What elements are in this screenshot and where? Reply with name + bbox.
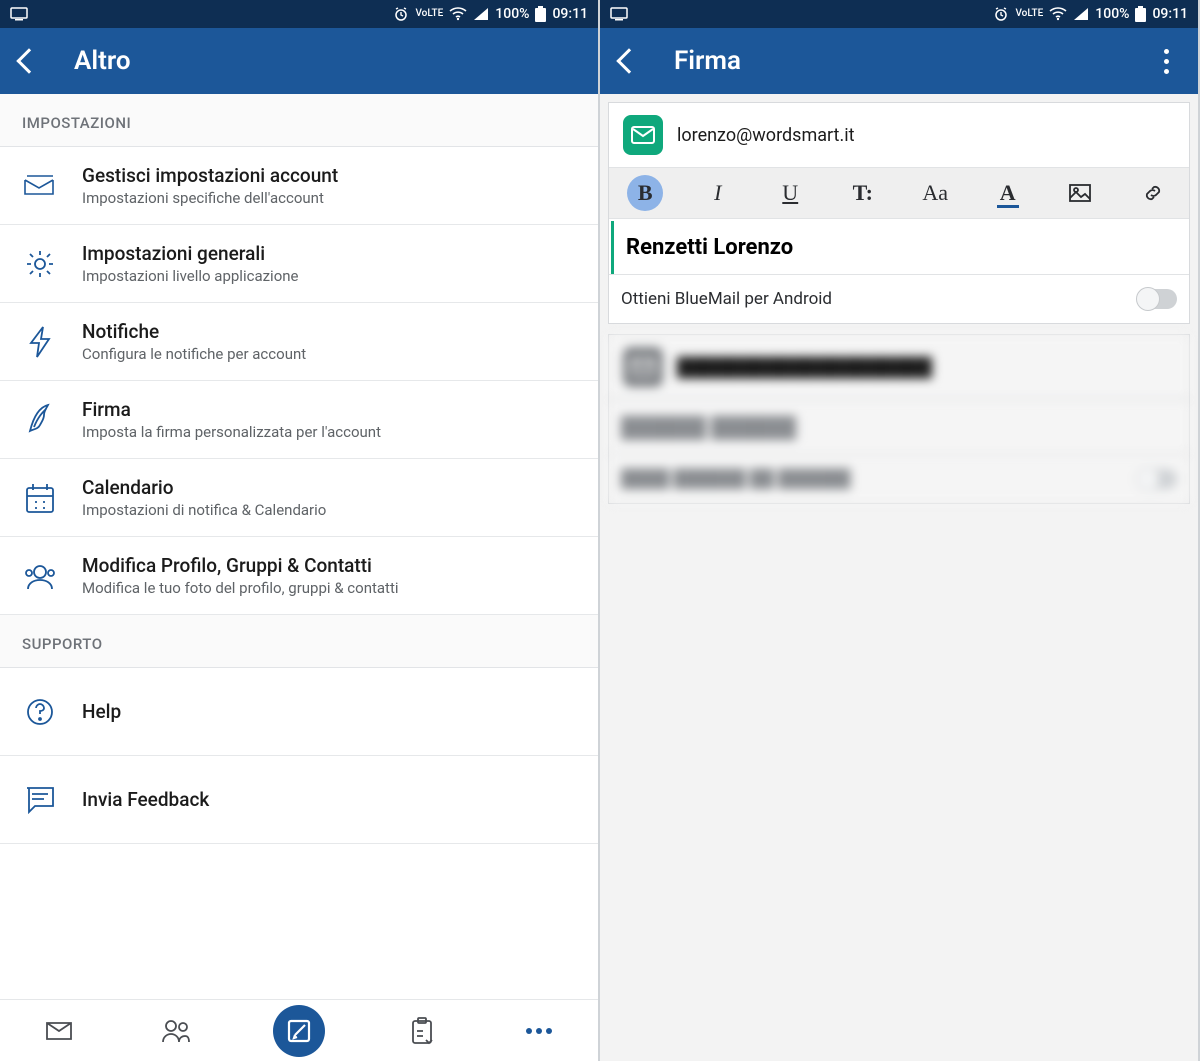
row-general-settings[interactable]: Impostazioni generali Impostazioni livel… (0, 225, 598, 303)
nav-people[interactable] (155, 1010, 197, 1052)
wifi-icon (1049, 7, 1067, 21)
signature-card-primary: lorenzo@wordsmart.it B I U T: Aa A Renze… (608, 102, 1190, 324)
row-account-settings[interactable]: Gestisci impostazioni account Impostazio… (0, 147, 598, 225)
row-subtitle: Impostazioni livello applicazione (82, 267, 576, 285)
signature-card-secondary: ████████████████████ ██████ ██████ ████ … (608, 334, 1190, 504)
lightning-icon (22, 324, 58, 360)
status-bar: VoLTE 100% 09:11 (0, 0, 598, 28)
format-bold-button[interactable]: B (609, 168, 682, 218)
format-toolbar: B I U T: Aa A (609, 168, 1189, 219)
row-subtitle: Configura le notifiche per account (82, 345, 576, 363)
promo-label: Ottieni BlueMail per Android (621, 289, 832, 309)
promo-toggle-row: Ottieni BlueMail per Android (609, 274, 1189, 323)
battery-text: 100% (495, 6, 529, 22)
promo-label-blurred: ████ ██████ ██ ██████ (621, 469, 850, 489)
nav-compose-button[interactable] (273, 1005, 325, 1057)
signal-icon (473, 7, 489, 21)
row-subtitle: Imposta la firma personalizzata per l'ac… (82, 423, 576, 441)
row-subtitle: Impostazioni di notifica & Calendario (82, 501, 576, 519)
row-title: Firma (82, 398, 576, 422)
account-email: lorenzo@wordsmart.it (677, 125, 854, 146)
feedback-icon (22, 782, 58, 818)
signature-content: lorenzo@wordsmart.it B I U T: Aa A Renze… (600, 94, 1198, 1061)
page-title: Altro (74, 46, 131, 76)
row-subtitle: Modifica le tuo foto del profilo, gruppi… (82, 579, 576, 597)
row-profile-groups[interactable]: Modifica Profilo, Gruppi & Contatti Modi… (0, 537, 598, 615)
status-bar: VoLTE 100% 09:11 (600, 0, 1198, 28)
help-icon (22, 694, 58, 730)
volte-label: VoLTE (1015, 9, 1043, 19)
device-icon (610, 7, 628, 21)
app-bar: Firma (600, 28, 1198, 94)
account-row[interactable]: lorenzo@wordsmart.it (609, 103, 1189, 168)
alarm-icon (393, 6, 409, 22)
right-screen: VoLTE 100% 09:11 Firma (600, 0, 1200, 1061)
row-title: Impostazioni generali (82, 242, 576, 266)
row-signature[interactable]: Firma Imposta la firma personalizzata pe… (0, 381, 598, 459)
row-title: Modifica Profilo, Gruppi & Contatti (82, 554, 576, 578)
signature-input[interactable]: Renzetti Lorenzo (611, 221, 1189, 274)
format-link-button[interactable] (1117, 168, 1190, 218)
feather-icon (22, 402, 58, 438)
row-notifications[interactable]: Notifiche Configura le notifiche per acc… (0, 303, 598, 381)
row-title: Invia Feedback (82, 788, 576, 812)
bottom-nav (0, 999, 598, 1061)
format-underline-button[interactable]: U (754, 168, 827, 218)
clock-text: 09:11 (1152, 6, 1188, 22)
format-italic-button[interactable]: I (682, 168, 755, 218)
signature-input-blurred: ██████ ██████ (609, 400, 1189, 454)
wifi-icon (449, 7, 467, 21)
section-header-settings: IMPOSTAZIONI (0, 94, 598, 147)
account-row-blurred: ████████████████████ (609, 335, 1189, 400)
nav-tasks[interactable] (401, 1010, 443, 1052)
nav-inbox[interactable] (38, 1010, 80, 1052)
battery-icon (1135, 6, 1146, 22)
overflow-menu-button[interactable] (1154, 49, 1178, 74)
battery-text: 100% (1095, 6, 1129, 22)
back-button[interactable] (616, 48, 641, 73)
row-title: Calendario (82, 476, 576, 500)
row-feedback[interactable]: Invia Feedback (0, 756, 598, 844)
row-calendar[interactable]: Calendario Impostazioni di notifica & Ca… (0, 459, 598, 537)
left-screen: VoLTE 100% 09:11 Altro IMPOSTAZIONI Gest… (0, 0, 600, 1061)
mail-badge-icon (623, 347, 663, 387)
format-image-button[interactable] (1044, 168, 1117, 218)
row-help[interactable]: Help (0, 668, 598, 756)
alarm-icon (993, 6, 1009, 22)
envelope-stack-icon (22, 168, 58, 204)
app-bar: Altro (0, 28, 598, 94)
row-title: Notifiche (82, 320, 576, 344)
row-subtitle: Impostazioni specifiche dell'account (82, 189, 576, 207)
settings-list: IMPOSTAZIONI Gestisci impostazioni accou… (0, 94, 598, 1061)
promo-row-blurred: ████ ██████ ██ ██████ (609, 454, 1189, 503)
format-color-button[interactable]: A (972, 168, 1045, 218)
volte-label: VoLTE (415, 9, 443, 19)
back-button[interactable] (16, 48, 41, 73)
account-email-blurred: ████████████████████ (677, 357, 932, 378)
signal-icon (1073, 7, 1089, 21)
nav-more[interactable] (518, 1010, 560, 1052)
battery-icon (535, 6, 546, 22)
calendar-icon (22, 480, 58, 516)
promo-switch[interactable] (1137, 289, 1177, 309)
format-textsize-button[interactable]: T: (827, 168, 900, 218)
format-case-button[interactable]: Aa (899, 168, 972, 218)
page-title: Firma (674, 46, 741, 76)
device-icon (10, 7, 28, 21)
section-header-support: SUPPORTO (0, 615, 598, 668)
promo-switch-blurred (1137, 469, 1177, 489)
gear-icon (22, 246, 58, 282)
people-icon (22, 558, 58, 594)
mail-badge-icon (623, 115, 663, 155)
clock-text: 09:11 (552, 6, 588, 22)
row-title: Gestisci impostazioni account (82, 164, 576, 188)
row-title: Help (82, 700, 576, 724)
